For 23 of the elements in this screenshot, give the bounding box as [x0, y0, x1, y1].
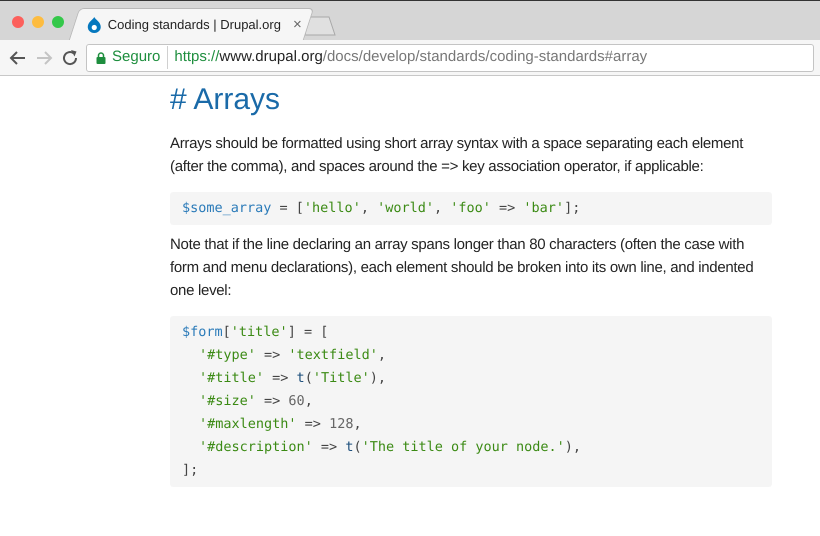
- code-line: ];: [182, 461, 198, 480]
- tab-title: Coding standards | Drupal.org: [108, 16, 282, 34]
- code-line: $form['title'] = [: [182, 323, 328, 342]
- code-line: '#type' => 'textfield',: [198, 346, 386, 365]
- code-line: '#title' => t('Title'),: [198, 369, 386, 388]
- window-control-button[interactable]: [32, 16, 44, 28]
- paragraph: Note that if the line declaring an array spans longer than 80 characters (often the case with form and menu declarations), each element should be broken into its own line, and indented one level:: [170, 235, 754, 301]
- code-line: '#maxlength' => 128,: [198, 415, 362, 434]
- code-line: '#description' => t('The title of your node.'),: [198, 438, 582, 457]
- close-tab-button[interactable]: ×: [293, 17, 302, 32]
- security-label: Seguro: [112, 46, 168, 69]
- lock-icon: [96, 52, 106, 64]
- drop-logo-icon: [86, 16, 102, 32]
- reload-icon[interactable]: [60, 48, 80, 68]
- code-line: $some_array = ['hello', 'world', 'foo' => 'bar'];: [182, 199, 580, 218]
- url-text: https://www.drupal.org/docs/develop/standards/coding-standards#array: [174, 47, 648, 68]
- window-control-button[interactable]: [12, 16, 24, 28]
- browser-tab[interactable]: Coding standards | Drupal.org ×: [68, 8, 314, 40]
- code-line: '#size' => 60,: [198, 392, 313, 411]
- section-heading: # Arrays: [170, 82, 280, 118]
- paragraph: Arrays should be formatted using short array syntax with a space separating each element (after the comma), and spaces around the => key association operator, if applicable:: [170, 134, 744, 177]
- address-field[interactable]: Seguro https://www.drupal.org/docs/develop/standards/coding-standards#array: [86, 44, 814, 72]
- window-control-button[interactable]: [52, 16, 64, 28]
